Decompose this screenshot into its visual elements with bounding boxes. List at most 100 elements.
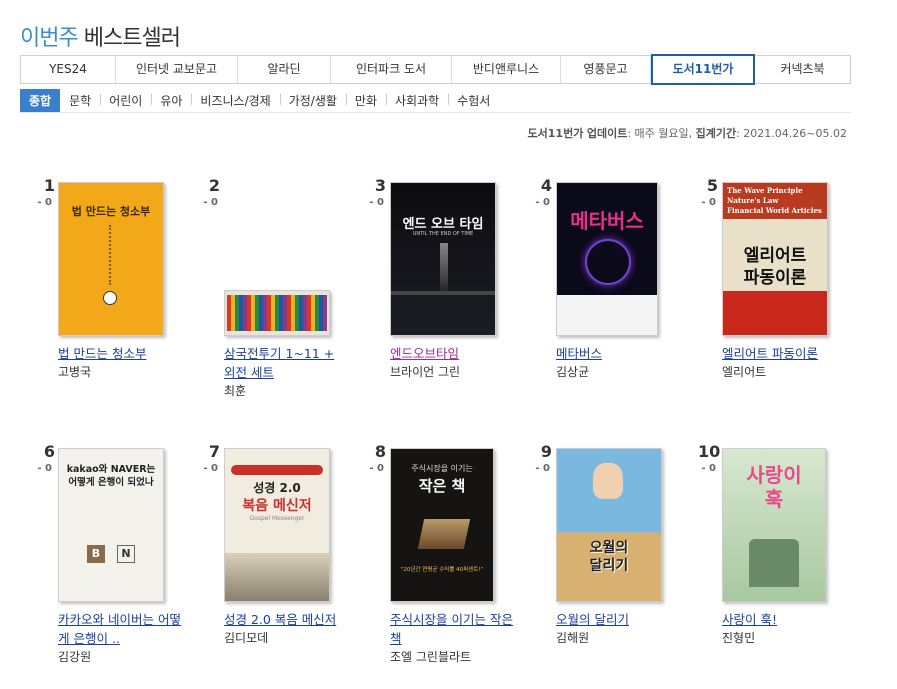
rank-number: 5 [706, 176, 718, 195]
rank-number: 3 [374, 176, 386, 195]
book-author: 김해원 [556, 631, 590, 645]
cover-en-title-2: Nature's Law [727, 196, 779, 205]
category-home[interactable]: 가정/생활 [279, 92, 346, 109]
book-cover[interactable]: kakao와 NAVER는 어떻게 은행이 되었나 B N [58, 448, 164, 602]
tab-youngpoong[interactable]: 영풍문고 [561, 56, 651, 83]
cover-title: 법 만드는 청소부 [71, 205, 151, 218]
page-title-main: 베스트셀러 [83, 26, 181, 51]
cover-tagline: "20년간 연평균 수익률 40퍼센트!" [400, 567, 484, 573]
book-cover[interactable]: 주식시장을 이기는 작은 책 "20년간 연평균 수익률 40퍼센트!" [390, 448, 494, 602]
cover-spines [227, 295, 327, 331]
cover-planet-icon [585, 239, 631, 285]
book-author: 최훈 [224, 384, 247, 398]
rank-number: 7 [208, 442, 220, 461]
book-author: 고병국 [58, 365, 92, 379]
cover-title: 엔드 오브 타임 [402, 217, 484, 232]
category-children[interactable]: 어린이 [100, 92, 151, 109]
book-cover[interactable]: 오월의 달리기 [556, 448, 662, 602]
book-author: 브라이언 그린 [390, 365, 461, 379]
book-cover[interactable]: 메타버스 [556, 182, 658, 336]
book-author: 조엘 그린블라트 [390, 650, 472, 664]
category-social[interactable]: 사회과학 [386, 92, 448, 109]
rank-change: - 0 [535, 197, 550, 208]
cover-subtitle: UNTIL THE END OF TIME [412, 231, 474, 237]
book-author: 김디모데 [224, 631, 269, 645]
tab-interpark[interactable]: 인터파크 도서 [331, 56, 452, 83]
book-author: 엘리어트 [722, 365, 767, 379]
category-all[interactable]: 종합 [20, 89, 61, 112]
book-title-link[interactable]: 주식시장을 이기는 작은 책 [390, 610, 515, 648]
cover-horizon [391, 291, 495, 295]
category-business[interactable]: 비즈니스/경제 [191, 92, 279, 109]
cover-runner [593, 463, 623, 499]
update-label: 업데이트 [586, 127, 628, 140]
category-comics[interactable]: 만화 [345, 92, 386, 109]
cover-en-title-1: The Wave Principle [727, 186, 803, 195]
store-tabs: YES24 인터넷 교보문고 알라딘 인터파크 도서 반디앤루니스 영풍문고 도… [20, 54, 851, 85]
cover-illustration [225, 553, 329, 601]
rank-change: - 0 [369, 463, 384, 474]
rank-change: - 0 [203, 197, 218, 208]
book-title-link[interactable]: 성경 2.0 복음 메신저 [224, 610, 349, 629]
book-title-link[interactable]: 엘리어트 파동이론 [722, 344, 847, 363]
page-title-accent: 이번주 [20, 26, 79, 51]
category-bar: 종합 문학 어린이 유아 비즈니스/경제 가정/생활 만화 사회과학 수험서 [20, 89, 851, 113]
book-title-link[interactable]: 사랑이 훅! [722, 610, 847, 629]
book-cover[interactable]: The Wave Principle Nature's Law Financia… [722, 182, 828, 336]
cover-title-1: 주식시장을 이기는 [411, 464, 473, 473]
rank-number: 1 [43, 176, 55, 195]
cover-book-image [417, 519, 471, 549]
cover-title-2: 복음 메신저 [242, 498, 312, 514]
book-title-link[interactable]: 삼국전투기 1~11 + 외전 세트 [224, 344, 349, 382]
category-infant[interactable]: 유아 [151, 92, 191, 109]
category-literature[interactable]: 문학 [60, 92, 100, 109]
book-cover[interactable]: 성경 2.0 복음 메신저 Gospel Messenger [224, 448, 330, 602]
book-cover[interactable]: 사랑이 훅 [722, 448, 826, 602]
cover-subtitle: Gospel Messenger [249, 515, 305, 522]
rank-number: 8 [374, 442, 386, 461]
cover-title-2: 어떻게 은행이 되었나 [68, 477, 154, 488]
cover-title-1: kakao와 NAVER는 [66, 464, 156, 475]
cover-decoration [109, 225, 112, 285]
rank-change: - 0 [535, 463, 550, 474]
rank-number: 4 [540, 176, 552, 195]
rank-change: - 0 [37, 463, 52, 474]
rank-change: - 0 [701, 197, 716, 208]
book-title-link[interactable]: 메타버스 [556, 344, 681, 363]
rank-change: - 0 [203, 463, 218, 474]
cover-title-2: 달리기 [589, 558, 629, 574]
cover-title: 메타버스 [570, 209, 644, 233]
book-title-link[interactable]: 카카오와 네이버는 어떻게 은행이 .. [58, 610, 183, 648]
update-value: : 매주 월요일, [627, 127, 696, 140]
update-store: 도서11번가 [527, 127, 584, 140]
cover-title-1: 성경 2.0 [225, 479, 329, 496]
book-title-link[interactable]: 법 만드는 청소부 [58, 344, 183, 363]
cover-logo-b: B [87, 545, 105, 563]
tab-bandi[interactable]: 반디앤루니스 [452, 56, 561, 83]
period-label: 집계기간 [695, 127, 737, 140]
cover-title-1: 오월의 [589, 540, 629, 556]
page-title: 이번주 베스트셀러 [20, 20, 181, 52]
rank-change: - 0 [37, 197, 52, 208]
category-exam[interactable]: 수험서 [448, 92, 499, 109]
cover-band [557, 295, 657, 335]
book-cover[interactable]: 엔드 오브 타임 UNTIL THE END OF TIME [390, 182, 496, 336]
cover-title-1b: 2.0 [279, 481, 301, 495]
tab-aladin[interactable]: 알라딘 [238, 56, 331, 83]
cover-bottom-band [723, 291, 827, 335]
cover-top-tag [231, 465, 323, 475]
book-author: 진형민 [722, 631, 756, 645]
period-value: : 2021.04.26~05.02 [736, 127, 847, 140]
book-title-link[interactable]: 엔드오브타임 [390, 344, 515, 363]
tab-connects[interactable]: 커넥츠북 [755, 56, 850, 83]
book-author: 김상균 [556, 365, 590, 379]
tab-yes24[interactable]: YES24 [21, 56, 116, 83]
rank-number: 10 [698, 442, 721, 461]
cover-title-1a: 성경 [253, 481, 276, 495]
book-title-link[interactable]: 오월의 달리기 [556, 610, 681, 629]
cover-logo-n: N [117, 545, 135, 563]
tab-11st[interactable]: 도서11번가 [651, 54, 755, 85]
tab-kyobo[interactable]: 인터넷 교보문고 [116, 56, 238, 83]
book-cover[interactable]: 법 만드는 청소부 [58, 182, 164, 336]
book-cover[interactable] [224, 290, 330, 336]
